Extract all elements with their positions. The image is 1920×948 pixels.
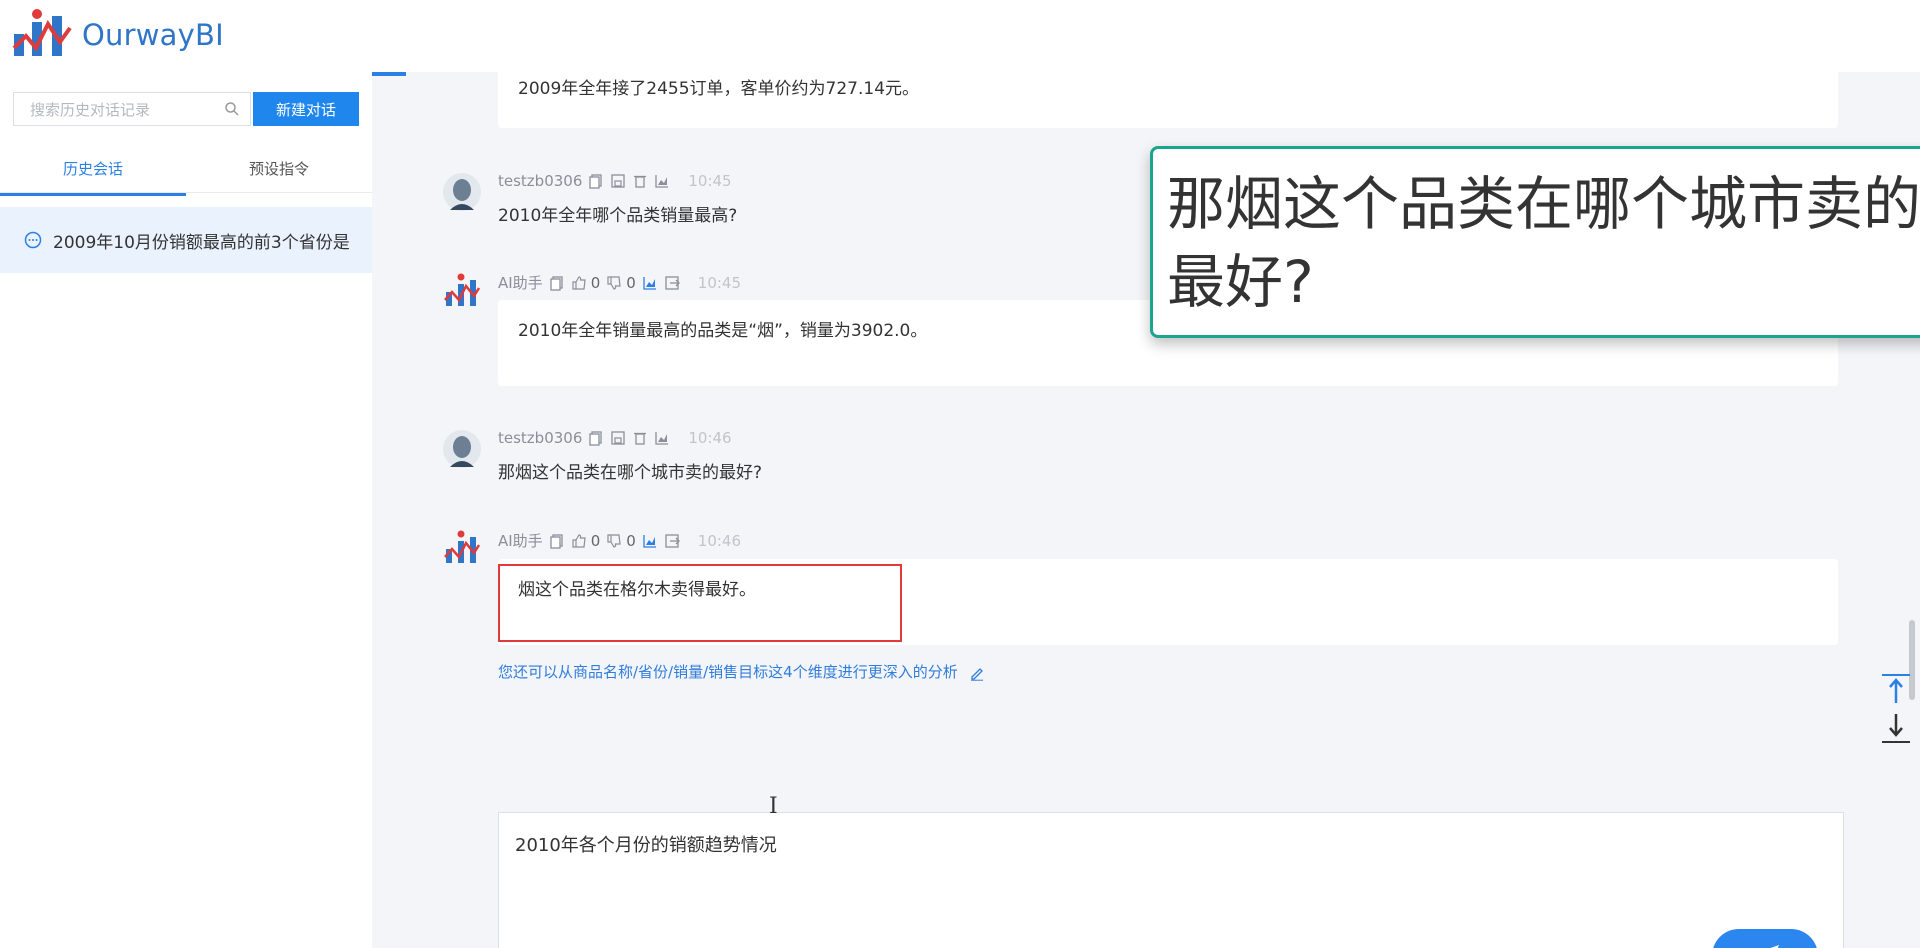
history-item-title: 2009年10月份销额最高的前3个省份是 xyxy=(53,233,350,253)
copy-icon[interactable] xyxy=(549,275,565,291)
export-icon[interactable] xyxy=(664,533,680,549)
tab-presets[interactable]: 预设指令 xyxy=(186,146,372,192)
message-author: testzb0306 xyxy=(498,172,583,190)
chart-icon[interactable] xyxy=(654,430,670,446)
answer-text: 2010年全年销量最高的品类是“烟”，销量为3902.0。 xyxy=(518,321,928,341)
thumbs-up-icon[interactable] xyxy=(571,533,587,549)
top-accent-bar xyxy=(372,72,406,76)
chart-icon[interactable] xyxy=(642,533,658,549)
follow-up-hint[interactable]: 您还可以从商品名称/省份/销量/销售目标这4个维度进行更深入的分析 xyxy=(498,661,985,682)
chart-icon[interactable] xyxy=(654,173,670,189)
message-meta: AI助手 0 0 10:46 xyxy=(498,530,741,551)
message-time: 10:46 xyxy=(688,429,732,447)
sidebar: 新建对话 历史会话 预设指令 2009年10月份销额最高的前3个省份是 xyxy=(0,72,372,948)
history-search-box xyxy=(13,92,251,127)
chart-icon[interactable] xyxy=(642,275,658,291)
copy-icon[interactable] xyxy=(549,533,565,549)
zoom-callout: 那烟这个品类在哪个城市卖的最好? xyxy=(1150,146,1920,338)
message-author: AI助手 xyxy=(498,274,543,292)
search-icon[interactable] xyxy=(224,101,240,117)
sidebar-tabs: 历史会话 预设指令 xyxy=(0,146,372,193)
edit-icon[interactable] xyxy=(969,665,985,681)
message-time: 10:45 xyxy=(697,273,742,292)
message-time: 10:45 xyxy=(688,172,732,190)
ai-avatar xyxy=(444,273,481,306)
send-button[interactable] xyxy=(1712,929,1818,948)
delete-icon[interactable] xyxy=(632,173,648,189)
logo-icon xyxy=(12,9,72,56)
message-author: AI助手 xyxy=(498,532,543,550)
top-header: OurwayBI xyxy=(0,0,1920,72)
copy-icon[interactable] xyxy=(588,430,604,446)
history-search-input[interactable] xyxy=(28,93,222,127)
answer-bubble: 2009年全年接了2455订单，客单价约为727.14元。 xyxy=(498,72,1838,128)
user-question: 2010年全年哪个品类销量最高? xyxy=(498,206,738,226)
scroll-top-icon[interactable] xyxy=(1880,673,1912,707)
text-cursor-icon: I xyxy=(769,794,778,819)
brand-name: OurwayBI xyxy=(82,18,224,52)
thumbs-down-icon[interactable] xyxy=(606,533,622,549)
user-avatar xyxy=(443,173,481,211)
like-count: 0 xyxy=(590,531,601,550)
message-author: testzb0306 xyxy=(498,429,583,447)
save-icon[interactable] xyxy=(610,430,626,446)
dislike-count: 0 xyxy=(626,273,636,292)
scroll-bottom-icon[interactable] xyxy=(1880,710,1912,744)
answer-text: 2009年全年接了2455订单，客单价约为727.14元。 xyxy=(518,79,920,99)
message-meta: testzb0306 10:46 xyxy=(498,429,732,447)
message-meta: testzb0306 10:45 xyxy=(498,172,732,190)
thumbs-down-icon[interactable] xyxy=(606,275,622,291)
history-item[interactable]: 2009年10月份销额最高的前3个省份是 xyxy=(0,207,372,273)
message-time: 10:46 xyxy=(697,531,742,550)
export-icon[interactable] xyxy=(664,275,680,291)
user-question: 那烟这个品类在哪个城市卖的最好? xyxy=(498,463,763,483)
dislike-count: 0 xyxy=(626,531,636,550)
like-count: 0 xyxy=(590,273,601,292)
active-tab-indicator xyxy=(0,193,186,196)
chat-bubble-icon xyxy=(24,231,42,249)
ai-avatar xyxy=(444,530,481,563)
message-input-box[interactable]: 2010年各个月份的销额趋势情况 xyxy=(498,812,1844,948)
copy-icon[interactable] xyxy=(588,173,604,189)
message-meta: AI助手 0 0 10:45 xyxy=(498,272,741,293)
delete-icon[interactable] xyxy=(632,430,648,446)
send-icon xyxy=(1769,944,1779,948)
tab-history[interactable]: 历史会话 xyxy=(0,146,186,192)
user-avatar xyxy=(443,430,481,468)
thumbs-up-icon[interactable] xyxy=(571,275,587,291)
save-icon[interactable] xyxy=(610,173,626,189)
new-chat-button[interactable]: 新建对话 xyxy=(253,92,359,126)
hint-text: 您还可以从商品名称/省份/销量/销售目标这4个维度进行更深入的分析 xyxy=(498,663,958,681)
highlight-box xyxy=(498,564,902,642)
message-input[interactable]: 2010年各个月份的销额趋势情况 xyxy=(513,829,1817,923)
